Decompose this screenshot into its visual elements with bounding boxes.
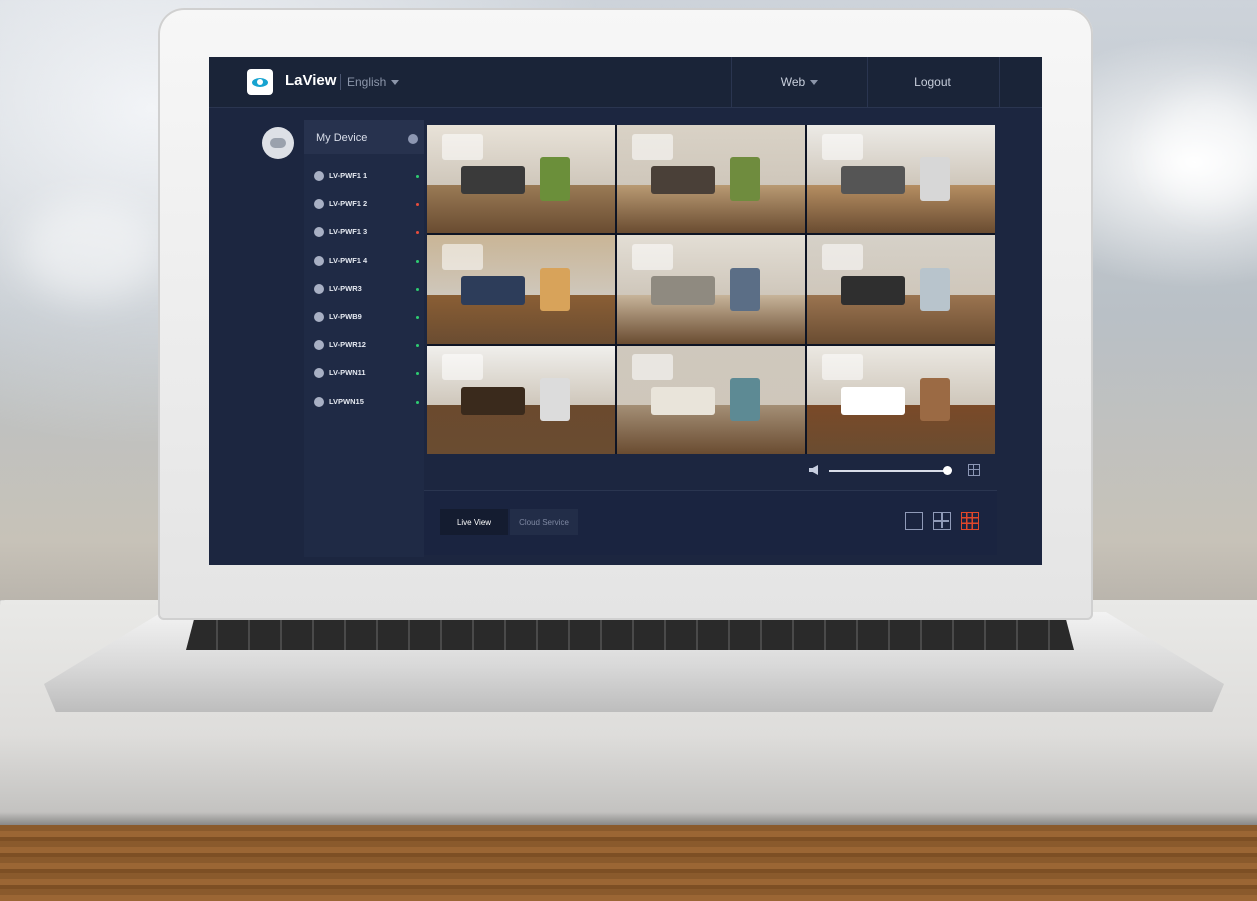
camera-feed-staircase-living-room[interactable] [427,125,615,234]
single-view-icon[interactable] [905,512,923,530]
device-label: LVPWN15 [329,396,364,406]
camera-feed-hallway-stairs[interactable] [807,345,995,454]
language-label: English [347,75,387,89]
device-item[interactable]: LV-PWF1 4 [312,254,420,270]
user-icon [270,138,286,148]
camera-icon [314,368,324,379]
camera-feed-bedroom[interactable] [617,345,805,454]
status-dot [416,287,419,291]
bottom-toolbar: Live View Cloud Service [424,490,997,555]
volume-slider-handle[interactable] [942,466,952,475]
camera-feed-living-room-sofa[interactable] [617,235,805,344]
tab-live-view[interactable]: Live View [440,509,508,535]
device-item[interactable]: LV-PWF1 3 [312,225,420,241]
refresh-icon[interactable] [408,134,418,144]
volume-icon[interactable] [809,465,818,475]
device-panel-header: My Device [304,120,424,154]
camera-icon [314,199,324,210]
camera-icon [314,340,324,351]
device-item[interactable]: LV-PWF1 1 [312,169,420,185]
web-menu-label: Web [780,75,806,89]
camera-icon [314,171,324,181]
status-dot [416,259,419,263]
camera-icon [314,396,324,407]
chevron-down-icon [810,79,819,85]
status-dot [416,175,419,178]
camera-grid [427,125,995,454]
device-label: LV-PWN11 [329,368,366,378]
device-panel: My Device LV-PWF1 1 LV-PWF1 2 LV-PWF1 3 LV-… [304,120,424,557]
device-item[interactable]: LV-PWR12 [312,338,420,354]
brand-name: LaView [285,72,337,89]
laptop-screen: LaView English Web Logout My Device LV-P… [209,57,1042,565]
device-item[interactable]: LV-PWR3 [312,282,420,298]
wooden-surface [0,825,1257,901]
device-item[interactable]: LV-PWF1 2 [312,197,420,213]
camera-icon [314,255,324,266]
device-label: LV-PWF1 3 [329,227,368,237]
camera-icon [314,283,324,294]
status-dot [416,316,419,319]
divider [340,74,341,90]
device-item[interactable]: LVPWN15 [312,395,420,411]
top-bar: LaView English Web Logout [209,57,1042,108]
status-dot [416,372,419,376]
status-dot [416,344,419,348]
status-dot [416,400,419,404]
device-item[interactable]: LV-PWB9 [312,310,420,326]
device-panel-title: My Device [316,132,368,144]
camera-feed-dining-chandelier[interactable] [427,345,615,454]
laview-logo-icon[interactable] [247,69,273,95]
background-bokeh [1150,90,1257,210]
language-selector[interactable]: English [347,75,400,89]
volume-slider[interactable] [829,470,951,472]
device-label: LV-PWR12 [329,340,366,350]
camera-feed-living-room-tv[interactable] [617,125,805,234]
device-label: LV-PWF1 4 [329,255,368,265]
fullscreen-icon[interactable] [968,464,980,476]
status-dot [416,231,419,235]
web-menu[interactable]: Web [731,57,868,107]
chevron-down-icon [391,80,400,86]
device-label: LV-PWF1 1 [329,171,368,180]
nine-grid-view-icon[interactable] [961,512,979,530]
avatar[interactable] [262,127,294,159]
camera-feed-dining-kitchen[interactable] [427,235,615,344]
device-label: LV-PWB9 [329,312,362,321]
status-dot [416,203,419,207]
camera-feed-kitchen-dining[interactable] [807,125,995,234]
quad-view-icon[interactable] [933,512,951,530]
device-item[interactable]: LV-PWN11 [312,366,420,382]
logout-button[interactable]: Logout [866,57,1000,107]
laptop-keyboard [186,616,1074,650]
device-label: LV-PWF1 2 [329,199,368,209]
device-label: LV-PWR3 [329,283,362,293]
background-bokeh [20,200,160,300]
tab-cloud-service[interactable]: Cloud Service [510,509,578,535]
camera-icon [314,227,324,238]
camera-feed-dining-window[interactable] [807,235,995,344]
camera-icon [314,312,324,322]
